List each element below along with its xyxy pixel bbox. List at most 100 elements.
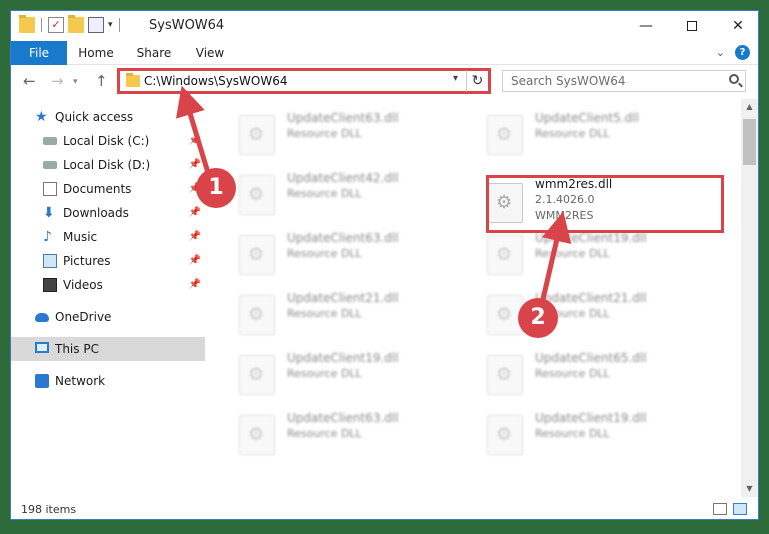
dll-file-icon <box>239 355 275 395</box>
list-item[interactable]: UpdateClient21.dll Resource DLL <box>207 287 437 337</box>
pin-icon[interactable]: 📌 <box>189 225 201 249</box>
large-icons-view-icon[interactable] <box>733 503 747 515</box>
recent-locations-icon[interactable]: ▾ <box>73 77 78 87</box>
vertical-scrollbar[interactable]: ▲ ▼ <box>741 99 758 497</box>
pin-icon[interactable]: 📌 <box>189 273 201 297</box>
scroll-down-icon[interactable]: ▼ <box>741 481 758 497</box>
sidebar-item-music[interactable]: ♪ Music 📌 <box>11 225 205 249</box>
new-folder-icon[interactable] <box>68 15 84 33</box>
network-icon <box>35 374 49 388</box>
sidebar-item-label: Documents <box>63 182 132 196</box>
dll-file-icon <box>239 415 275 455</box>
sidebar-item-this-pc[interactable]: This PC <box>11 337 205 361</box>
sidebar-item-local-disk-d[interactable]: Local Disk (D:) 📌 <box>11 153 205 177</box>
this-pc-icon <box>35 342 49 353</box>
pin-icon[interactable]: 📌 <box>189 249 201 273</box>
sidebar-item-label: Local Disk (D:) <box>63 158 151 172</box>
dll-file-icon <box>487 415 523 455</box>
sidebar-item-label: Videos <box>63 278 103 292</box>
expand-ribbon-icon[interactable]: ⌄ <box>716 46 725 59</box>
ribbon-tabs: File Home Share View ⌄ ? <box>11 41 758 65</box>
back-button[interactable]: ← <box>23 72 36 90</box>
sidebar-item-label: Quick access <box>55 110 134 124</box>
properties-check-icon[interactable]: ✓ <box>48 17 64 33</box>
file-type: Resource DLL <box>287 187 362 200</box>
sidebar-item-documents[interactable]: Documents 📌 <box>11 177 205 201</box>
scroll-up-icon[interactable]: ▲ <box>741 99 758 115</box>
file-name: UpdateClient63.dll <box>287 231 399 245</box>
file-name: UpdateClient21.dll <box>287 291 399 305</box>
window-title: SysWOW64 <box>149 18 225 33</box>
file-type: Resource DLL <box>535 127 610 140</box>
address-path[interactable]: C:\Windows\SysWOW64 <box>144 74 288 88</box>
sidebar-item-videos[interactable]: Videos 📌 <box>11 273 205 297</box>
step-badge-2: 2 <box>518 298 558 338</box>
details-view-icon[interactable] <box>713 503 727 515</box>
search-input[interactable] <box>503 71 713 91</box>
file-type: Resource DLL <box>287 127 362 140</box>
help-icon[interactable]: ? <box>735 45 750 60</box>
forward-button[interactable]: → <box>51 72 64 90</box>
list-item[interactable]: UpdateClient21.dll Resource DLL <box>455 287 685 337</box>
file-name: UpdateClient19.dll <box>287 351 399 365</box>
file-type: Resource DLL <box>287 367 362 380</box>
sidebar-item-downloads[interactable]: ⬇ Downloads 📌 <box>11 201 205 225</box>
search-icon[interactable] <box>729 74 739 84</box>
maximize-button[interactable] <box>669 11 715 41</box>
list-item[interactable]: UpdateClient5.dll Resource DLL <box>455 107 685 157</box>
sidebar-item-label: Downloads <box>63 206 129 220</box>
list-item[interactable]: UpdateClient63.dll Resource DLL <box>207 227 437 277</box>
refresh-button[interactable]: ↻ <box>466 70 488 92</box>
up-button[interactable]: ↑ <box>95 72 108 90</box>
tab-home[interactable]: Home <box>71 41 121 65</box>
status-bar: 198 items <box>11 499 758 519</box>
dll-file-icon <box>487 235 523 275</box>
tab-share[interactable]: Share <box>129 41 179 65</box>
list-item[interactable]: UpdateClient19.dll Resource DLL <box>455 407 685 457</box>
navigation-pane: ★ Quick access Local Disk (C:) 📌 Local D… <box>11 99 207 499</box>
sidebar-item-network[interactable]: Network <box>11 369 205 393</box>
pin-icon[interactable]: 📌 <box>189 153 201 177</box>
address-bar[interactable]: C:\Windows\SysWOW64 ▾ ↻ <box>117 68 491 94</box>
search-box[interactable] <box>502 70 746 92</box>
quick-access-toolbar: ✓ ▾ <box>19 15 122 33</box>
sidebar-item-onedrive[interactable]: OneDrive <box>11 305 205 329</box>
dll-file-icon <box>239 235 275 275</box>
sidebar-item-quick-access[interactable]: ★ Quick access <box>11 105 205 129</box>
title-bar: ✓ ▾ SysWOW64 — ✕ <box>11 11 758 41</box>
list-item[interactable]: UpdateClient65.dll Resource DLL <box>455 347 685 397</box>
file-type: Resource DLL <box>535 247 610 260</box>
sidebar-item-local-disk-c[interactable]: Local Disk (C:) 📌 <box>11 129 205 153</box>
list-item[interactable]: UpdateClient19.dll Resource DLL <box>455 227 685 277</box>
pin-icon[interactable]: 📌 <box>189 129 201 153</box>
scroll-thumb[interactable] <box>743 119 756 165</box>
chevron-down-icon[interactable]: ▾ <box>453 73 458 84</box>
tab-view[interactable]: View <box>187 41 233 65</box>
step-badge-1: 1 <box>196 168 236 208</box>
file-name: UpdateClient63.dll <box>287 111 399 125</box>
videos-icon <box>43 278 57 292</box>
list-item[interactable]: UpdateClient63.dll Resource DLL <box>207 107 437 157</box>
close-button[interactable]: ✕ <box>715 11 758 41</box>
item-count: 198 items <box>21 503 77 516</box>
list-item[interactable]: UpdateClient42.dll Resource DLL <box>207 167 437 217</box>
tab-file[interactable]: File <box>11 41 67 65</box>
sidebar-item-pictures[interactable]: Pictures 📌 <box>11 249 205 273</box>
file-type: Resource DLL <box>287 307 362 320</box>
file-name: UpdateClient42.dll <box>287 171 399 185</box>
pin-icon[interactable]: 📌 <box>189 201 201 225</box>
file-type: Resource DLL <box>287 427 362 440</box>
list-item[interactable]: UpdateClient63.dll Resource DLL <box>207 407 437 457</box>
file-type: Resource DLL <box>535 427 610 440</box>
dll-file-icon <box>487 115 523 155</box>
sidebar-item-label: This PC <box>55 342 99 356</box>
view-options-icon[interactable] <box>88 17 104 33</box>
chevron-down-icon[interactable]: ▾ <box>108 20 113 30</box>
minimize-button[interactable]: — <box>623 11 669 41</box>
ribbon-controls: ⌄ ? <box>716 45 750 60</box>
disk-icon <box>43 137 57 145</box>
downloads-icon: ⬇ <box>43 205 55 221</box>
list-item[interactable]: UpdateClient19.dll Resource DLL <box>207 347 437 397</box>
disk-icon <box>43 161 57 169</box>
divider <box>41 18 42 32</box>
